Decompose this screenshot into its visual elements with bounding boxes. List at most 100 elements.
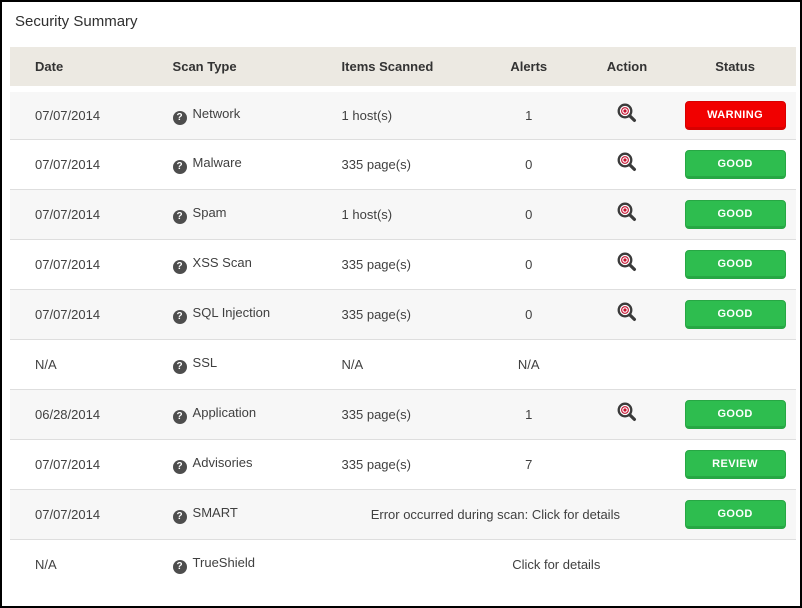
help-icon[interactable]: ? (173, 510, 187, 524)
help-icon[interactable]: ? (173, 160, 187, 174)
table-row-application: 06/28/2014? Application 335 page(s)1 GOOD (10, 389, 796, 439)
status-badge-review[interactable]: REVIEW (685, 450, 786, 479)
scan-type-cell: ? SSL (148, 339, 317, 389)
date-cell: N/A (10, 339, 148, 389)
scan-type-label: Spam (193, 205, 227, 220)
status-badge-good[interactable]: GOOD (685, 250, 786, 279)
scan-type-cell: ?Malware (148, 139, 317, 189)
scan-details-target-magnifier-icon[interactable] (615, 151, 639, 175)
help-icon[interactable]: ? (173, 460, 187, 474)
scan-details-target-magnifier-icon[interactable] (615, 251, 639, 275)
help-icon[interactable]: ? (173, 210, 187, 224)
items-scanned-cell: 335 page(s) (317, 439, 478, 489)
table-row-sql-injection: 07/07/2014? SQL Injection 335 page(s)0 GOOD (10, 289, 796, 339)
table-row-malware: 07/07/2014?Malware335 page(s)0GOOD (10, 139, 796, 189)
scan-type-cell: ? Application (148, 389, 317, 439)
scan-type-cell: ? SMART (148, 489, 317, 539)
scan-message-cell[interactable]: Error occurred during scan: Click for de… (317, 489, 675, 539)
alerts-cell: 0 (478, 189, 580, 239)
alerts-cell: 0 (478, 289, 580, 339)
col-header-alerts: Alerts (478, 47, 580, 89)
status-badge-good[interactable]: GOOD (685, 500, 786, 529)
help-icon[interactable]: ? (173, 111, 187, 125)
status-badge-good[interactable]: GOOD (685, 200, 786, 229)
action-cell (580, 189, 674, 239)
help-icon[interactable]: ? (173, 260, 187, 274)
help-icon[interactable]: ? (173, 310, 187, 324)
help-icon[interactable]: ? (173, 360, 187, 374)
date-cell: 07/07/2014 (10, 239, 148, 289)
status-cell: GOOD (674, 289, 796, 339)
status-cell: GOOD (674, 489, 796, 539)
table-row-spam: 07/07/2014? Spam 1 host(s)0 GOOD (10, 189, 796, 239)
scan-type-cell: ? Advisories (148, 439, 317, 489)
items-scanned-cell: 335 page(s) (317, 239, 478, 289)
status-badge-warning[interactable]: WARNING (685, 101, 786, 130)
scan-details-target-magnifier-icon[interactable] (615, 401, 639, 425)
items-scanned-cell: 1 host(s) (317, 89, 478, 139)
status-badge-good[interactable]: GOOD (685, 300, 786, 329)
scan-details-target-magnifier-icon[interactable] (615, 301, 639, 325)
table-row-trueshield: N/A?TrueShieldClick for details (10, 539, 796, 589)
date-cell: 07/07/2014 (10, 89, 148, 139)
scan-type-label: SMART (193, 505, 238, 520)
scan-type-cell: ? SQL Injection (148, 289, 317, 339)
status-cell (674, 339, 796, 389)
status-badge-good[interactable]: GOOD (685, 150, 786, 179)
status-badge-good[interactable]: GOOD (685, 400, 786, 429)
scan-type-label: Application (193, 405, 257, 420)
scan-type-label: SQL Injection (193, 305, 271, 320)
scan-details-target-magnifier-icon[interactable] (615, 201, 639, 225)
status-cell: REVIEW (674, 439, 796, 489)
alerts-cell: 0 (478, 139, 580, 189)
action-cell (580, 439, 674, 489)
action-cell (580, 139, 674, 189)
action-cell (580, 389, 674, 439)
action-cell (580, 289, 674, 339)
alerts-cell: 0 (478, 239, 580, 289)
table-row-smart: 07/07/2014? SMART Error occurred during sc… (10, 489, 796, 539)
action-cell (580, 339, 674, 389)
items-scanned-cell: 335 page(s) (317, 389, 478, 439)
scan-type-label: Network (193, 106, 241, 121)
date-cell: 07/07/2014 (10, 489, 148, 539)
action-cell (580, 89, 674, 139)
alerts-cell: 1 (478, 89, 580, 139)
scan-type-label: SSL (193, 355, 218, 370)
help-icon[interactable]: ? (173, 560, 187, 574)
date-cell: 07/07/2014 (10, 189, 148, 239)
status-cell: GOOD (674, 189, 796, 239)
date-cell: 07/07/2014 (10, 289, 148, 339)
table-header-row: Date Scan Type Items Scanned Alerts Acti… (10, 47, 796, 89)
help-icon[interactable]: ? (173, 410, 187, 424)
scan-message-cell[interactable]: Click for details (317, 539, 796, 589)
items-scanned-cell: 335 page(s) (317, 289, 478, 339)
scan-type-label: Advisories (193, 455, 253, 470)
table-row-ssl: N/A?SSLN/AN/A (10, 339, 796, 389)
action-cell (580, 239, 674, 289)
status-cell: GOOD (674, 139, 796, 189)
status-cell: WARNING (674, 89, 796, 139)
col-header-status: Status (674, 47, 796, 89)
col-header-action: Action (580, 47, 674, 89)
scan-type-label: XSS Scan (193, 255, 252, 270)
status-cell: GOOD (674, 239, 796, 289)
date-cell: 06/28/2014 (10, 389, 148, 439)
scan-type-cell: ? XSS Scan (148, 239, 317, 289)
scan-type-cell: ? Network (148, 89, 317, 139)
scan-type-cell: ? Spam (148, 189, 317, 239)
items-scanned-cell: 1 host(s) (317, 189, 478, 239)
date-cell: 07/07/2014 (10, 439, 148, 489)
security-summary-page: Security Summary Date Scan Type Items Sc… (0, 0, 802, 608)
scan-details-target-magnifier-icon[interactable] (615, 102, 639, 126)
scan-type-label: TrueShield (193, 555, 255, 570)
alerts-cell: 1 (478, 389, 580, 439)
items-scanned-cell: N/A (317, 339, 478, 389)
alerts-cell: N/A (478, 339, 580, 389)
table-body: 07/07/2014?Network1 host(s)1WARNING07/07… (10, 89, 796, 589)
scan-type-cell: ? TrueShield (148, 539, 317, 589)
table-row-network: 07/07/2014? Network 1 host(s)1 WARNING (10, 89, 796, 139)
table-row-xss-scan: 07/07/2014? XSS Scan 335 page(s)0 GOOD (10, 239, 796, 289)
date-cell: 07/07/2014 (10, 139, 148, 189)
page-title: Security Summary (15, 13, 800, 30)
